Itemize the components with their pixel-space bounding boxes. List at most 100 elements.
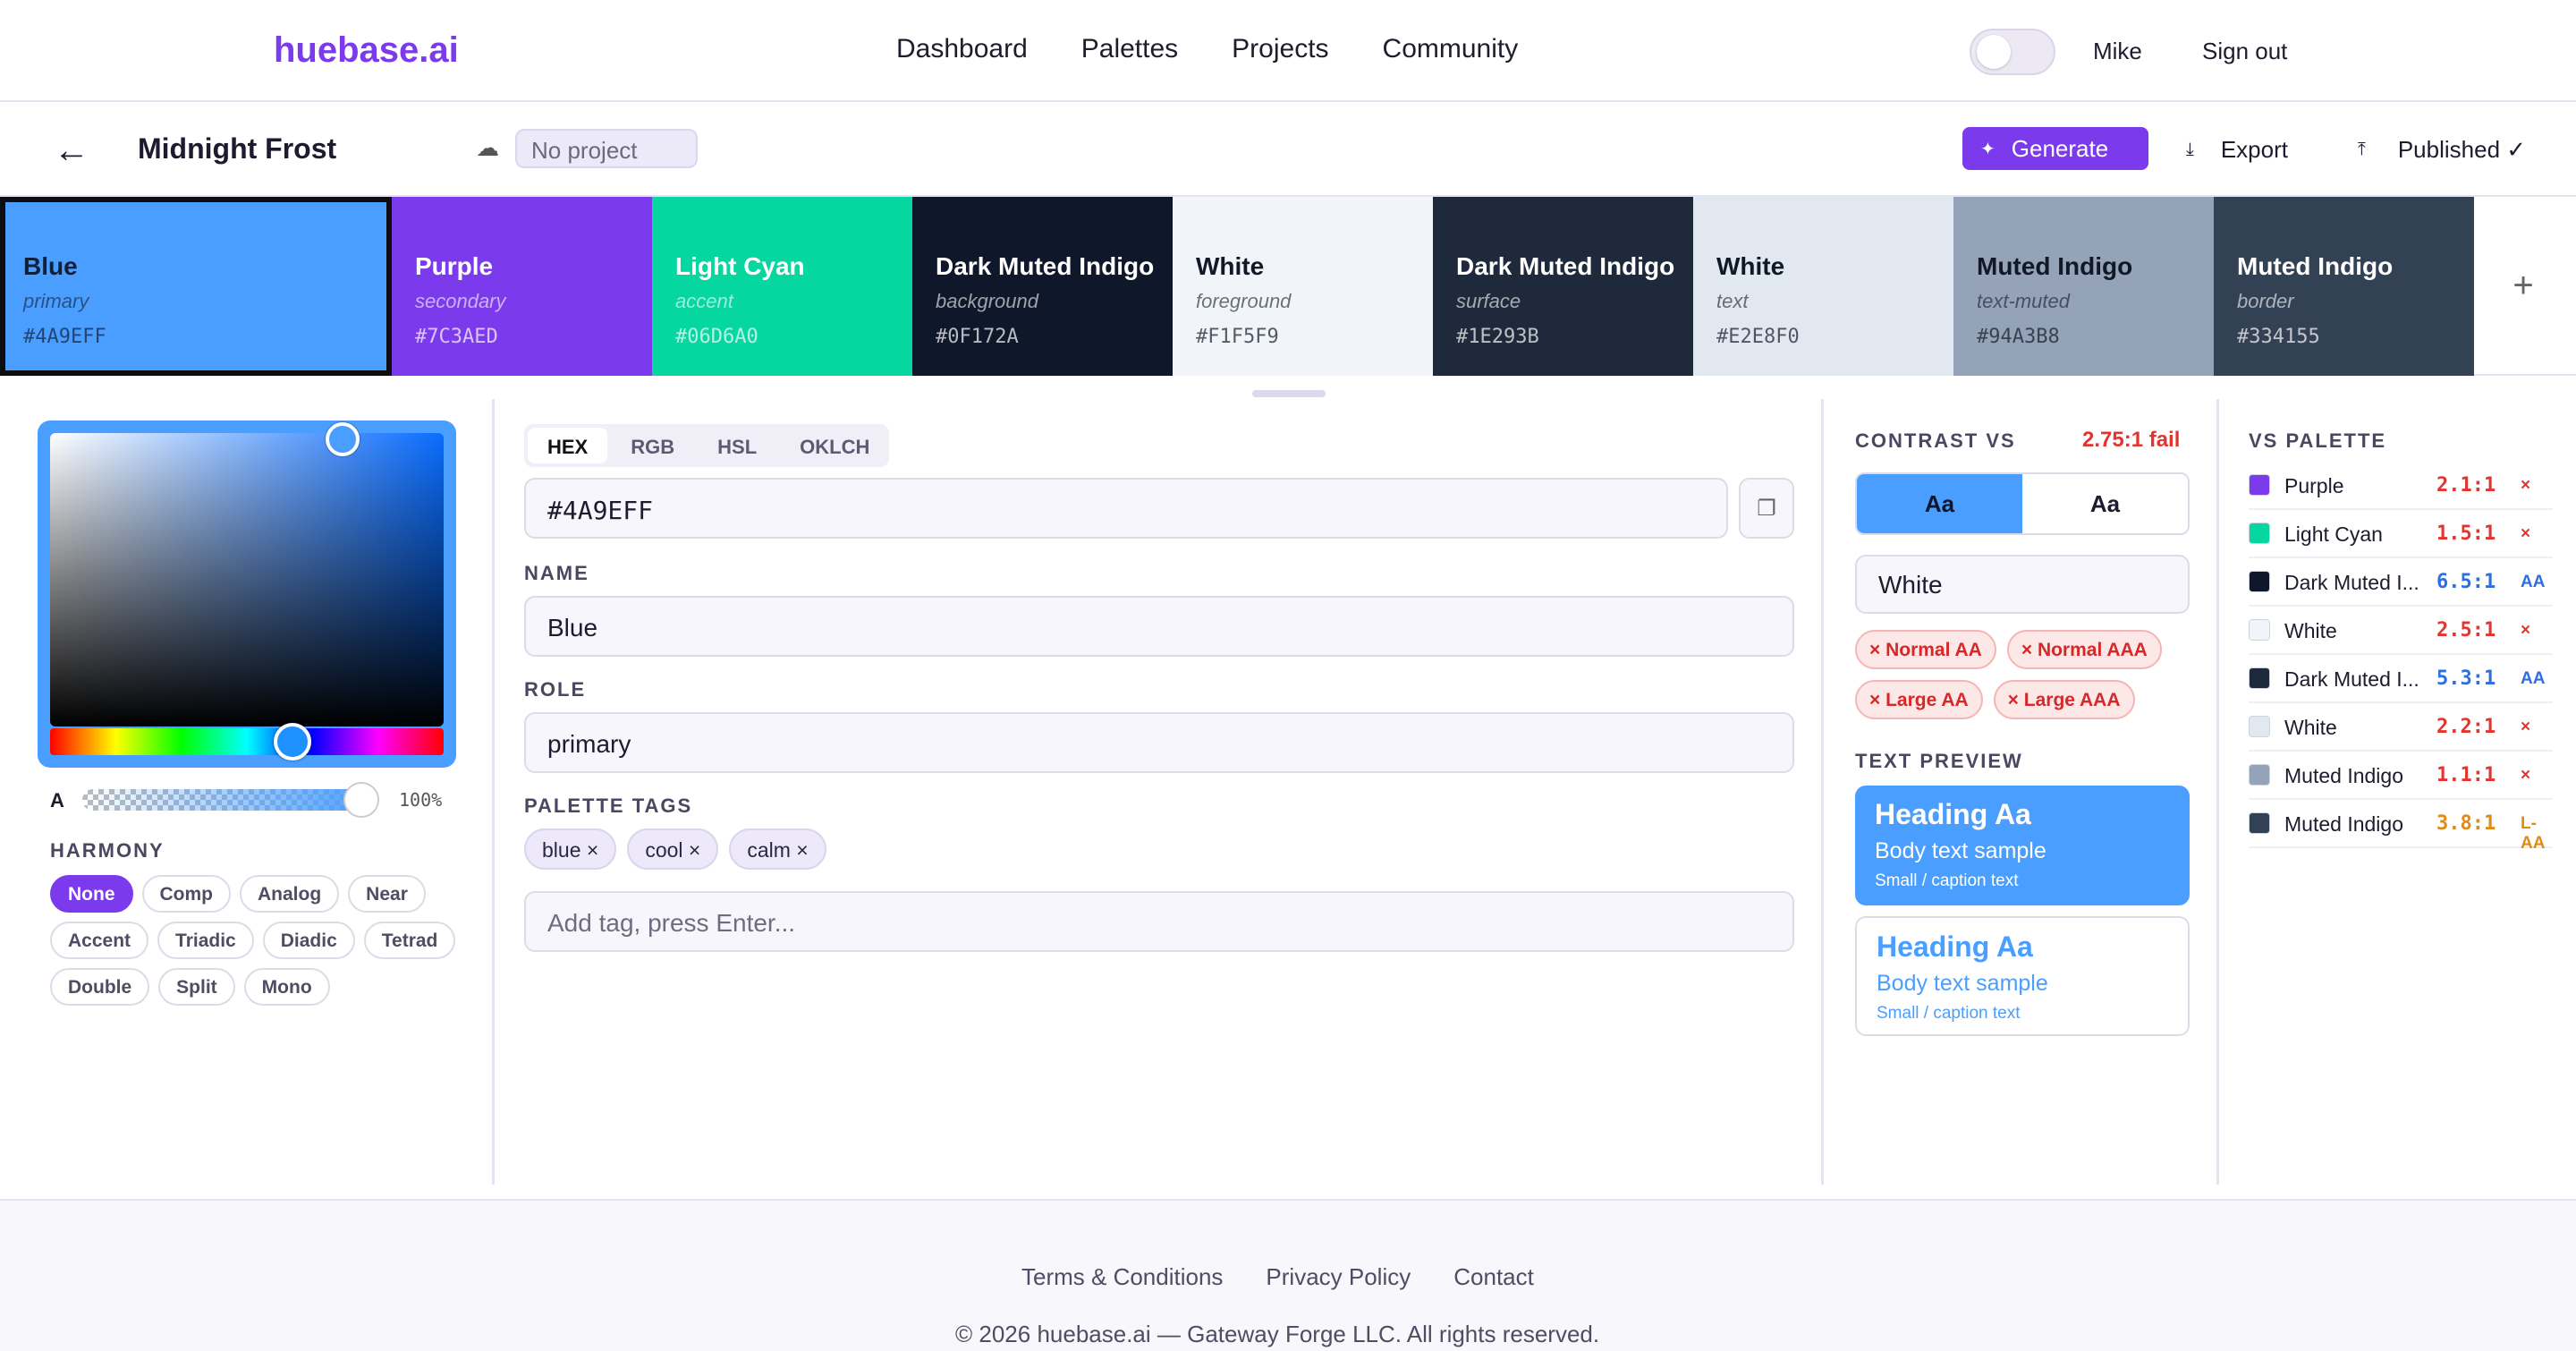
vs-palette-row[interactable]: White 2.5:1 × <box>2249 607 2553 655</box>
name-label: NAME <box>524 562 589 584</box>
swatch[interactable]: Light Cyan accent #06D6A0 <box>652 197 912 376</box>
harmony-tetrad[interactable]: Tetrad <box>363 922 456 959</box>
vs-palette-row[interactable]: Muted Indigo 3.8:1 L-AA <box>2249 800 2553 853</box>
copyright: © 2026 huebase.ai — Gateway Forge LLC. A… <box>955 1321 1600 1347</box>
badge-large-aa: × Large AA <box>1855 680 1983 719</box>
nav-palettes[interactable]: Palettes <box>1081 34 1178 64</box>
harmony-options: None Comp Analog Near Accent Triadic Diadic Tet… <box>50 875 462 1006</box>
harmony-mono[interactable]: Mono <box>243 968 330 1006</box>
privacy-link[interactable]: Privacy Policy <box>1266 1263 1411 1291</box>
name-input[interactable]: Blue <box>524 596 1794 657</box>
vs-color-name: Dark Muted I... <box>2284 571 2419 594</box>
vs-palette-row[interactable]: Dark Muted I... 5.3:1 AA <box>2249 655 2553 703</box>
sign-out-link[interactable]: Sign out <box>2202 38 2287 65</box>
swatch-name: Dark Muted Indigo <box>1456 252 1675 280</box>
harmony-split[interactable]: Split <box>158 968 235 1006</box>
swatch[interactable]: Blue primary #4A9EFF <box>0 197 392 376</box>
vs-palette-row[interactable]: Muted Indigo 1.1:1 × <box>2249 752 2553 800</box>
color-square <box>2249 523 2270 544</box>
swatch-name: Dark Muted Indigo <box>936 252 1155 280</box>
swatch-hex: #0F172A <box>936 326 1019 348</box>
terms-link[interactable]: Terms & Conditions <box>1021 1263 1223 1291</box>
swatch-role: accent <box>675 290 733 312</box>
text-preview-label: TEXT PREVIEW <box>1855 750 2023 772</box>
tab-rgb[interactable]: RGB <box>611 428 694 463</box>
harmony-none[interactable]: None <box>50 875 133 913</box>
swatch[interactable]: White foreground #F1F5F9 <box>1173 197 1433 376</box>
preview-heading: Heading Aa <box>1877 930 2033 963</box>
sv-thumb[interactable] <box>326 422 360 456</box>
user-name[interactable]: Mike <box>2093 38 2142 65</box>
nav-dashboard[interactable]: Dashboard <box>896 34 1028 64</box>
add-swatch-icon[interactable]: + <box>2474 197 2572 374</box>
harmony-analog[interactable]: Analog <box>240 875 340 913</box>
tab-hex[interactable]: HEX <box>528 428 608 463</box>
hex-input[interactable]: #4A9EFF <box>524 478 1728 539</box>
copy-icon[interactable]: ❐ <box>1739 478 1794 539</box>
tab-hsl[interactable]: HSL <box>698 428 776 463</box>
vs-result: AA <box>2521 573 2546 591</box>
alpha-slider[interactable] <box>82 782 379 818</box>
swatch-hex: #334155 <box>2237 326 2320 348</box>
nav-community[interactable]: Community <box>1383 34 1519 64</box>
divider <box>492 399 495 1185</box>
tag-chip[interactable]: blue × <box>524 828 617 870</box>
saturation-value-area[interactable] <box>50 422 444 726</box>
alpha-thumb[interactable] <box>343 782 379 818</box>
swatch[interactable]: White text #E2E8F0 <box>1693 197 1953 376</box>
harmony-comp[interactable]: Comp <box>141 875 231 913</box>
vs-color-name: White <box>2284 716 2337 739</box>
badge-large-aaa: × Large AAA <box>1993 680 2135 719</box>
badge-normal-aaa: × Normal AAA <box>2006 630 2162 669</box>
published-button[interactable]: ⤒ Published ✓ <box>2358 136 2526 164</box>
back-arrow-icon[interactable]: ← <box>54 131 89 171</box>
nav-projects[interactable]: Projects <box>1232 34 1328 64</box>
export-button[interactable]: ⤓ Export <box>2186 136 2288 164</box>
vs-palette-row[interactable]: Dark Muted I... 6.5:1 AA <box>2249 558 2553 607</box>
vs-ratio: 1.5:1 <box>2436 523 2496 545</box>
swatch-hex: #1E293B <box>1456 326 1539 348</box>
preview-heading: Heading Aa <box>1875 798 2031 830</box>
harmony-label: HARMONY <box>50 839 165 862</box>
harmony-diadic[interactable]: Diadic <box>262 922 355 959</box>
hue-thumb[interactable] <box>274 723 311 760</box>
color-square <box>2249 474 2270 496</box>
swatch-name: Light Cyan <box>675 252 805 280</box>
swatch[interactable]: Dark Muted Indigo background #0F172A <box>912 197 1173 376</box>
logo[interactable]: huebase.ai <box>274 30 459 71</box>
contact-link[interactable]: Contact <box>1453 1263 1534 1291</box>
vs-palette-row[interactable]: Purple 2.1:1 × <box>2249 462 2553 510</box>
vs-palette-row[interactable]: White 2.2:1 × <box>2249 703 2553 752</box>
contrast-mode-bg[interactable]: Aa <box>2022 474 2188 533</box>
swatch[interactable]: Muted Indigo text-muted #94A3B8 <box>1953 197 2214 376</box>
contrast-mode-fg[interactable]: Aa <box>1857 474 2022 533</box>
swatch[interactable]: Muted Indigo border #334155 <box>2214 197 2474 376</box>
vs-palette-row[interactable]: Light Cyan 1.5:1 × <box>2249 510 2553 558</box>
swatch-role: primary <box>23 290 89 312</box>
swatch[interactable]: Purple secondary #7C3AED <box>392 197 652 376</box>
tag-chip[interactable]: calm × <box>729 828 826 870</box>
harmony-near[interactable]: Near <box>348 875 426 913</box>
swatch-hex: #F1F5F9 <box>1196 326 1279 348</box>
generate-button[interactable]: ✦ Generate <box>1962 127 2148 170</box>
resize-handle[interactable] <box>1252 390 1326 397</box>
harmony-double[interactable]: Double <box>50 968 150 1006</box>
badge-normal-aa: × Normal AA <box>1855 630 1996 669</box>
project-select[interactable]: No project <box>515 129 698 168</box>
vs-color-name: Purple <box>2284 474 2344 497</box>
vs-color-name: White <box>2284 619 2337 642</box>
tag-list: blue × cool × calm × <box>524 828 826 870</box>
hue-slider[interactable] <box>50 723 444 760</box>
contrast-against-select[interactable]: White <box>1855 555 2190 614</box>
swatch-name: Muted Indigo <box>1977 252 2133 280</box>
tag-input[interactable]: Add tag, press Enter... <box>524 891 1794 952</box>
harmony-accent[interactable]: Accent <box>50 922 149 959</box>
tab-oklch[interactable]: OKLCH <box>780 428 889 463</box>
harmony-triadic[interactable]: Triadic <box>157 922 254 959</box>
tag-chip[interactable]: cool × <box>627 828 719 870</box>
vs-result: × <box>2521 524 2531 543</box>
palette-title[interactable]: Midnight Frost <box>138 132 336 166</box>
role-input[interactable]: primary <box>524 712 1794 773</box>
swatch[interactable]: Dark Muted Indigo surface #1E293B <box>1433 197 1693 376</box>
theme-toggle[interactable] <box>1970 29 2055 75</box>
